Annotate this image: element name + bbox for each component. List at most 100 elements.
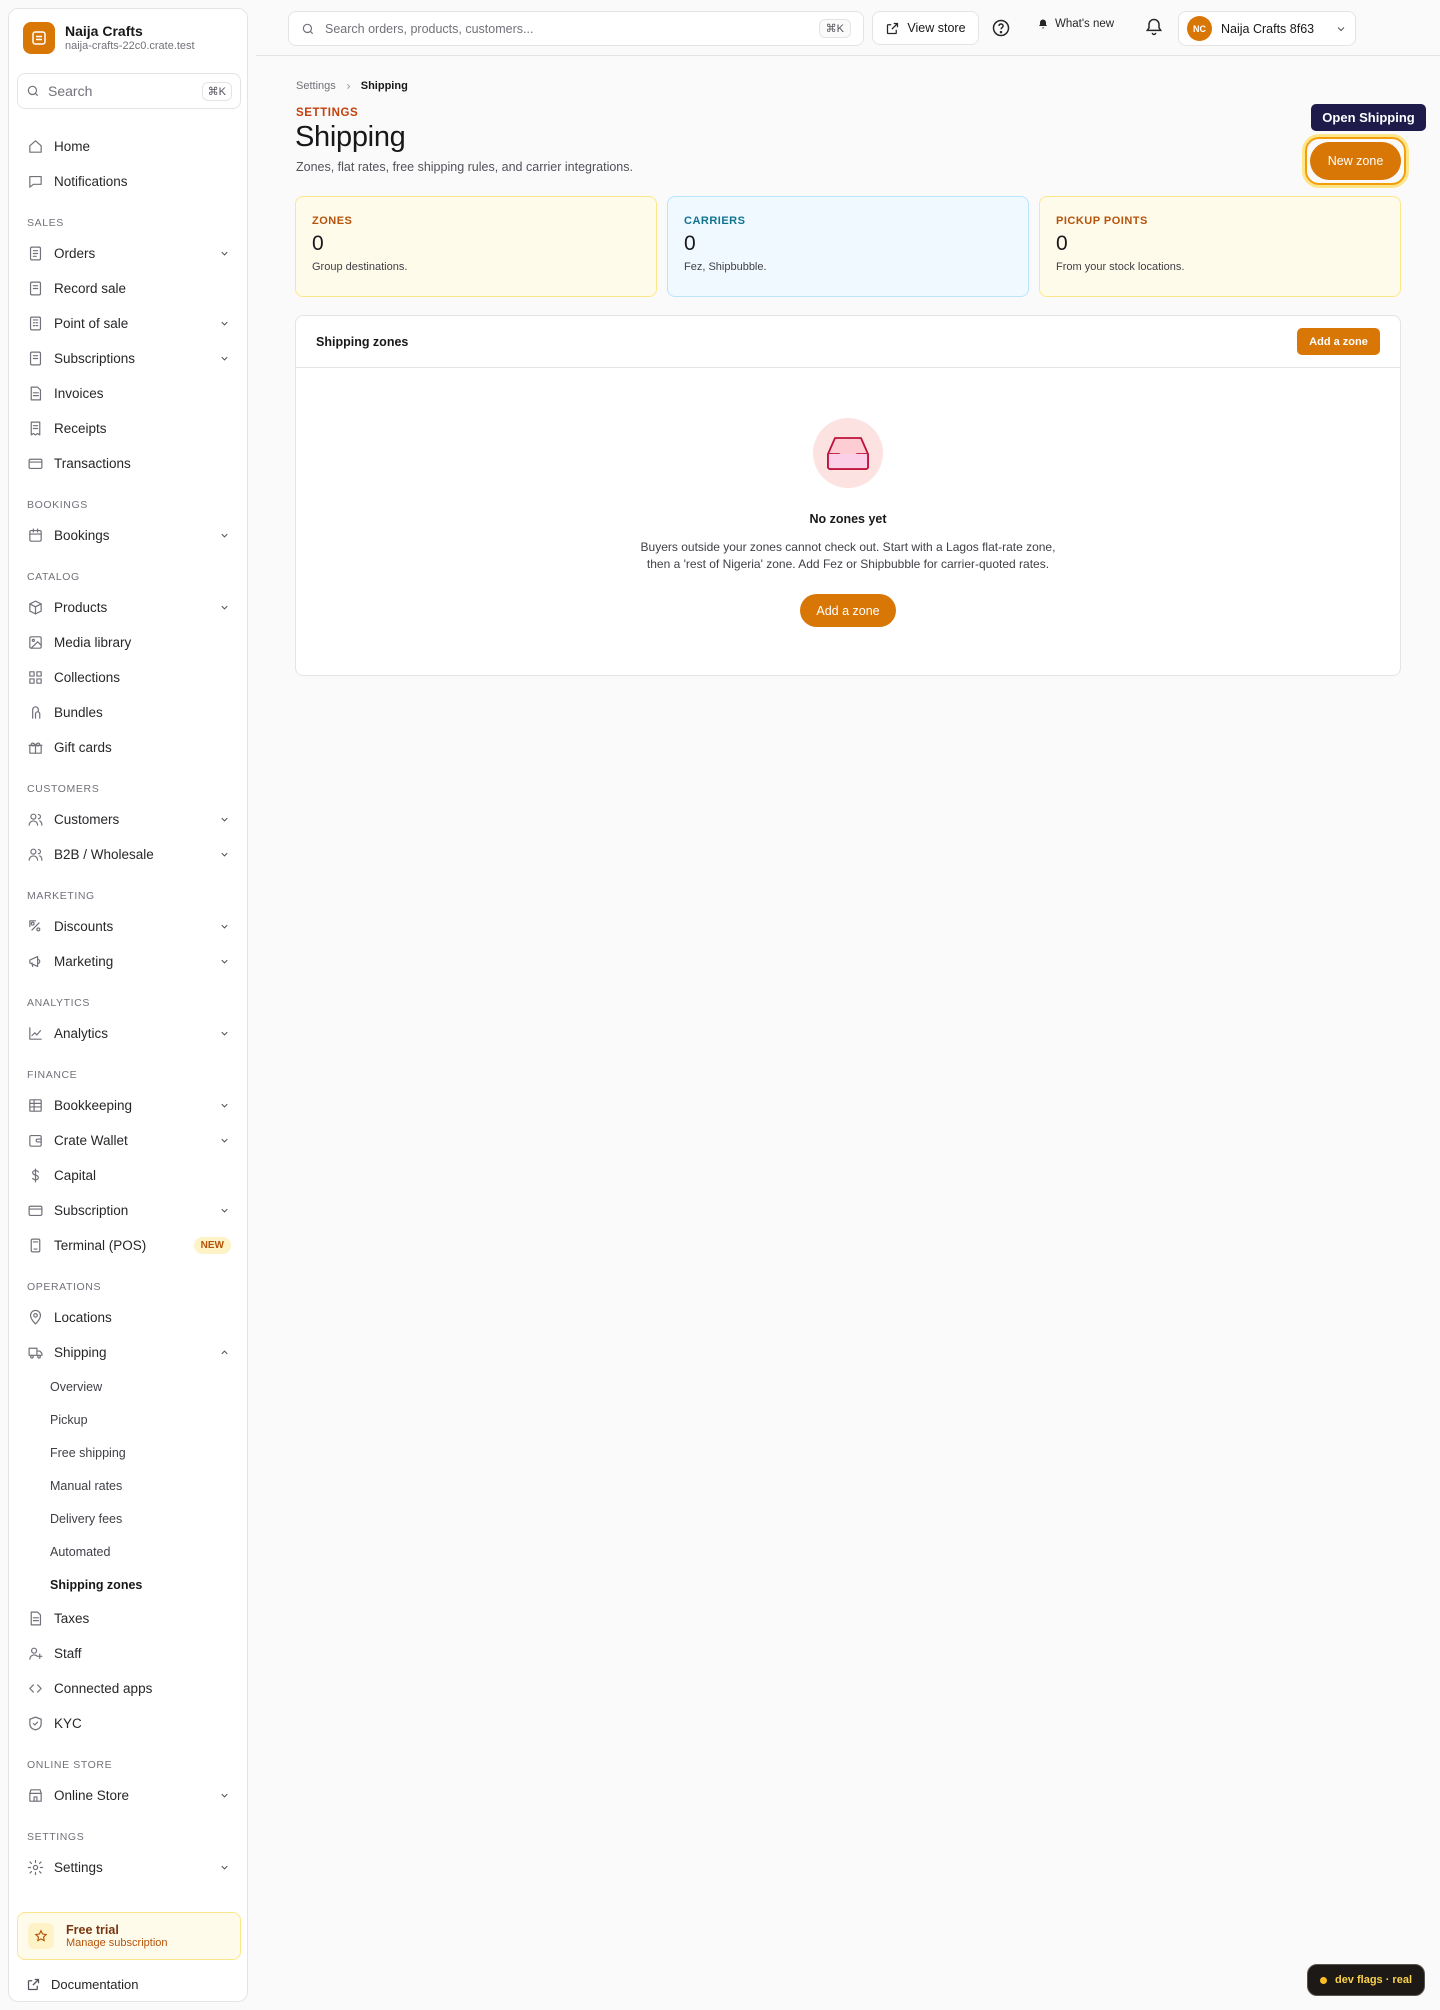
- stat-value: 0: [312, 232, 324, 255]
- sidebar-item-label: Bundles: [54, 705, 103, 720]
- search-icon: [27, 85, 39, 97]
- sidebar-item-products[interactable]: Products: [17, 590, 241, 625]
- sidebar-item-marketing[interactable]: Marketing: [17, 944, 241, 979]
- sidebar-item-label: Point of sale: [54, 316, 129, 331]
- star-icon: [28, 1923, 54, 1949]
- global-search-input[interactable]: Search orders, products, customers... ⌘K: [288, 11, 864, 46]
- sidebar-subitem-pickup[interactable]: Pickup: [17, 1403, 241, 1436]
- document-icon: [26, 280, 44, 298]
- sidebar-item-customers[interactable]: Customers: [17, 802, 241, 837]
- store-icon: [26, 1787, 44, 1805]
- sidebar-item-online-store[interactable]: Online Store: [17, 1778, 241, 1813]
- whats-new-button[interactable]: What's new: [1037, 18, 1114, 30]
- view-store-button[interactable]: View store: [872, 11, 979, 45]
- avatar: NC: [1187, 16, 1212, 41]
- add-zone-button[interactable]: Add a zone: [1297, 328, 1380, 355]
- sidebar-item-invoices[interactable]: Invoices: [17, 376, 241, 411]
- sidebar-subitem-delivery-fees[interactable]: Delivery fees: [17, 1502, 241, 1535]
- sidebar-item-transactions[interactable]: Transactions: [17, 446, 241, 481]
- chevron-down-icon: [217, 955, 231, 969]
- dev-flags-badge[interactable]: dev flags · real: [1307, 1964, 1425, 1996]
- sidebar-item-orders[interactable]: Orders: [17, 236, 241, 271]
- sidebar-item-label: Settings: [54, 1860, 103, 1875]
- sidebar-item-label: Marketing: [54, 954, 114, 969]
- sidebar-item-crate-wallet[interactable]: Crate Wallet: [17, 1123, 241, 1158]
- sidebar-item-settings[interactable]: Settings: [17, 1850, 241, 1885]
- sidebar-subitem-overview[interactable]: Overview: [17, 1370, 241, 1403]
- sidebar-item-collections[interactable]: Collections: [17, 660, 241, 695]
- sidebar-item-gift-cards[interactable]: Gift cards: [17, 730, 241, 765]
- sidebar-item-locations[interactable]: Locations: [17, 1300, 241, 1335]
- sidebar-item-bookings[interactable]: Bookings: [17, 518, 241, 553]
- sidebar-item-bundles[interactable]: Bundles: [17, 695, 241, 730]
- help-icon[interactable]: [991, 18, 1011, 38]
- documentation-link[interactable]: Documentation: [26, 1977, 138, 1992]
- search-icon: [302, 23, 314, 34]
- sidebar-search-shortcut: ⌘K: [201, 81, 232, 101]
- sidebar-item-label: Terminal (POS): [54, 1238, 147, 1253]
- sidebar-subitem-free-shipping[interactable]: Free shipping: [17, 1436, 241, 1469]
- account-switcher[interactable]: NC Naija Crafts 8f63: [1178, 11, 1356, 46]
- sidebar-item-bookkeeping[interactable]: Bookkeeping: [17, 1088, 241, 1123]
- documentation-label: Documentation: [51, 1977, 139, 1992]
- box-icon: [26, 599, 44, 617]
- sidebar-item-receipts[interactable]: Receipts: [17, 411, 241, 446]
- sidebar-section-label: BOOKINGS: [27, 499, 88, 511]
- sidebar-item-label: KYC: [54, 1716, 82, 1731]
- sidebar-item-notifications[interactable]: Notifications: [17, 164, 241, 199]
- sidebar-item-record-sale[interactable]: Record sale: [17, 271, 241, 306]
- manage-subscription-link[interactable]: Manage subscription: [66, 1937, 168, 1949]
- sidebar-item-shipping[interactable]: Shipping: [17, 1335, 241, 1370]
- chevron-down-icon: [217, 529, 231, 543]
- breadcrumb-settings[interactable]: Settings: [296, 80, 336, 92]
- table-icon: [26, 1097, 44, 1115]
- sidebar-item-analytics[interactable]: Analytics: [17, 1016, 241, 1051]
- sidebar-item-subscriptions[interactable]: Subscriptions: [17, 341, 241, 376]
- chevron-up-icon: [217, 1346, 231, 1360]
- empty-state-title: No zones yet: [809, 512, 887, 526]
- sidebar-item-label: Discounts: [54, 919, 114, 934]
- wallet-icon: [26, 1132, 44, 1150]
- sidebar-item-label: Record sale: [54, 281, 127, 296]
- sidebar-subitem-shipping-zones[interactable]: Shipping zones: [17, 1568, 241, 1601]
- sidebar-item-subscription[interactable]: Subscription: [17, 1193, 241, 1228]
- receipt-icon: [26, 420, 44, 438]
- sidebar-item-terminal-pos[interactable]: Terminal (POS) NEW: [17, 1228, 241, 1263]
- chevron-down-icon: [217, 1861, 231, 1875]
- view-store-label: View store: [907, 21, 966, 35]
- sidebar-item-label: Subscriptions: [54, 351, 136, 366]
- notifications-bell-icon[interactable]: [1144, 17, 1164, 37]
- sidebar-item-staff[interactable]: Staff: [17, 1636, 241, 1671]
- sidebar-item-label: Products: [54, 600, 108, 615]
- sidebar-item-connected-apps[interactable]: Connected apps: [17, 1671, 241, 1706]
- sidebar-item-media-library[interactable]: Media library: [17, 625, 241, 660]
- empty-state-description: Buyers outside your zones cannot check o…: [296, 539, 1400, 573]
- terminal-icon: [26, 1237, 44, 1255]
- chevron-down-icon: [217, 1027, 231, 1041]
- chevron-down-icon: [217, 848, 231, 862]
- sidebar-item-point-of-sale[interactable]: Point of sale: [17, 306, 241, 341]
- sidebar-item-kyc[interactable]: KYC: [17, 1706, 241, 1741]
- chevron-right-icon: [346, 83, 351, 89]
- chevron-down-icon: [217, 1134, 231, 1148]
- free-trial-card[interactable]: Free trial Manage subscription: [17, 1912, 241, 1960]
- brand[interactable]: Naija Crafts naija-crafts-22c0.crate.tes…: [23, 22, 195, 54]
- dollar-icon: [26, 1167, 44, 1185]
- sidebar-section-label: ANALYTICS: [27, 997, 90, 1009]
- sidebar-item-b2b-wholesale[interactable]: B2B / Wholesale: [17, 837, 241, 872]
- sidebar-subitem-automated[interactable]: Automated: [17, 1535, 241, 1568]
- add-zone-cta-button[interactable]: Add a zone: [800, 594, 896, 627]
- empty-state-line: then a 'rest of Nigeria' zone. Add Fez o…: [646, 557, 1050, 571]
- card-header: Shipping zones Add a zone: [296, 316, 1400, 368]
- sidebar-item-label: Staff: [54, 1646, 82, 1661]
- new-zone-button[interactable]: New zone: [1310, 142, 1401, 180]
- sidebar-search[interactable]: Search ⌘K: [17, 73, 241, 109]
- sidebar-item-capital[interactable]: Capital: [17, 1158, 241, 1193]
- sidebar-item-discounts[interactable]: Discounts: [17, 909, 241, 944]
- sidebar-section-label: SETTINGS: [27, 1831, 85, 1843]
- users-icon: [26, 811, 44, 829]
- sidebar-item-home[interactable]: Home: [17, 129, 241, 164]
- sidebar-subitem-manual-rates[interactable]: Manual rates: [17, 1469, 241, 1502]
- sidebar-item-taxes[interactable]: Taxes: [17, 1601, 241, 1636]
- grid-icon: [26, 669, 44, 687]
